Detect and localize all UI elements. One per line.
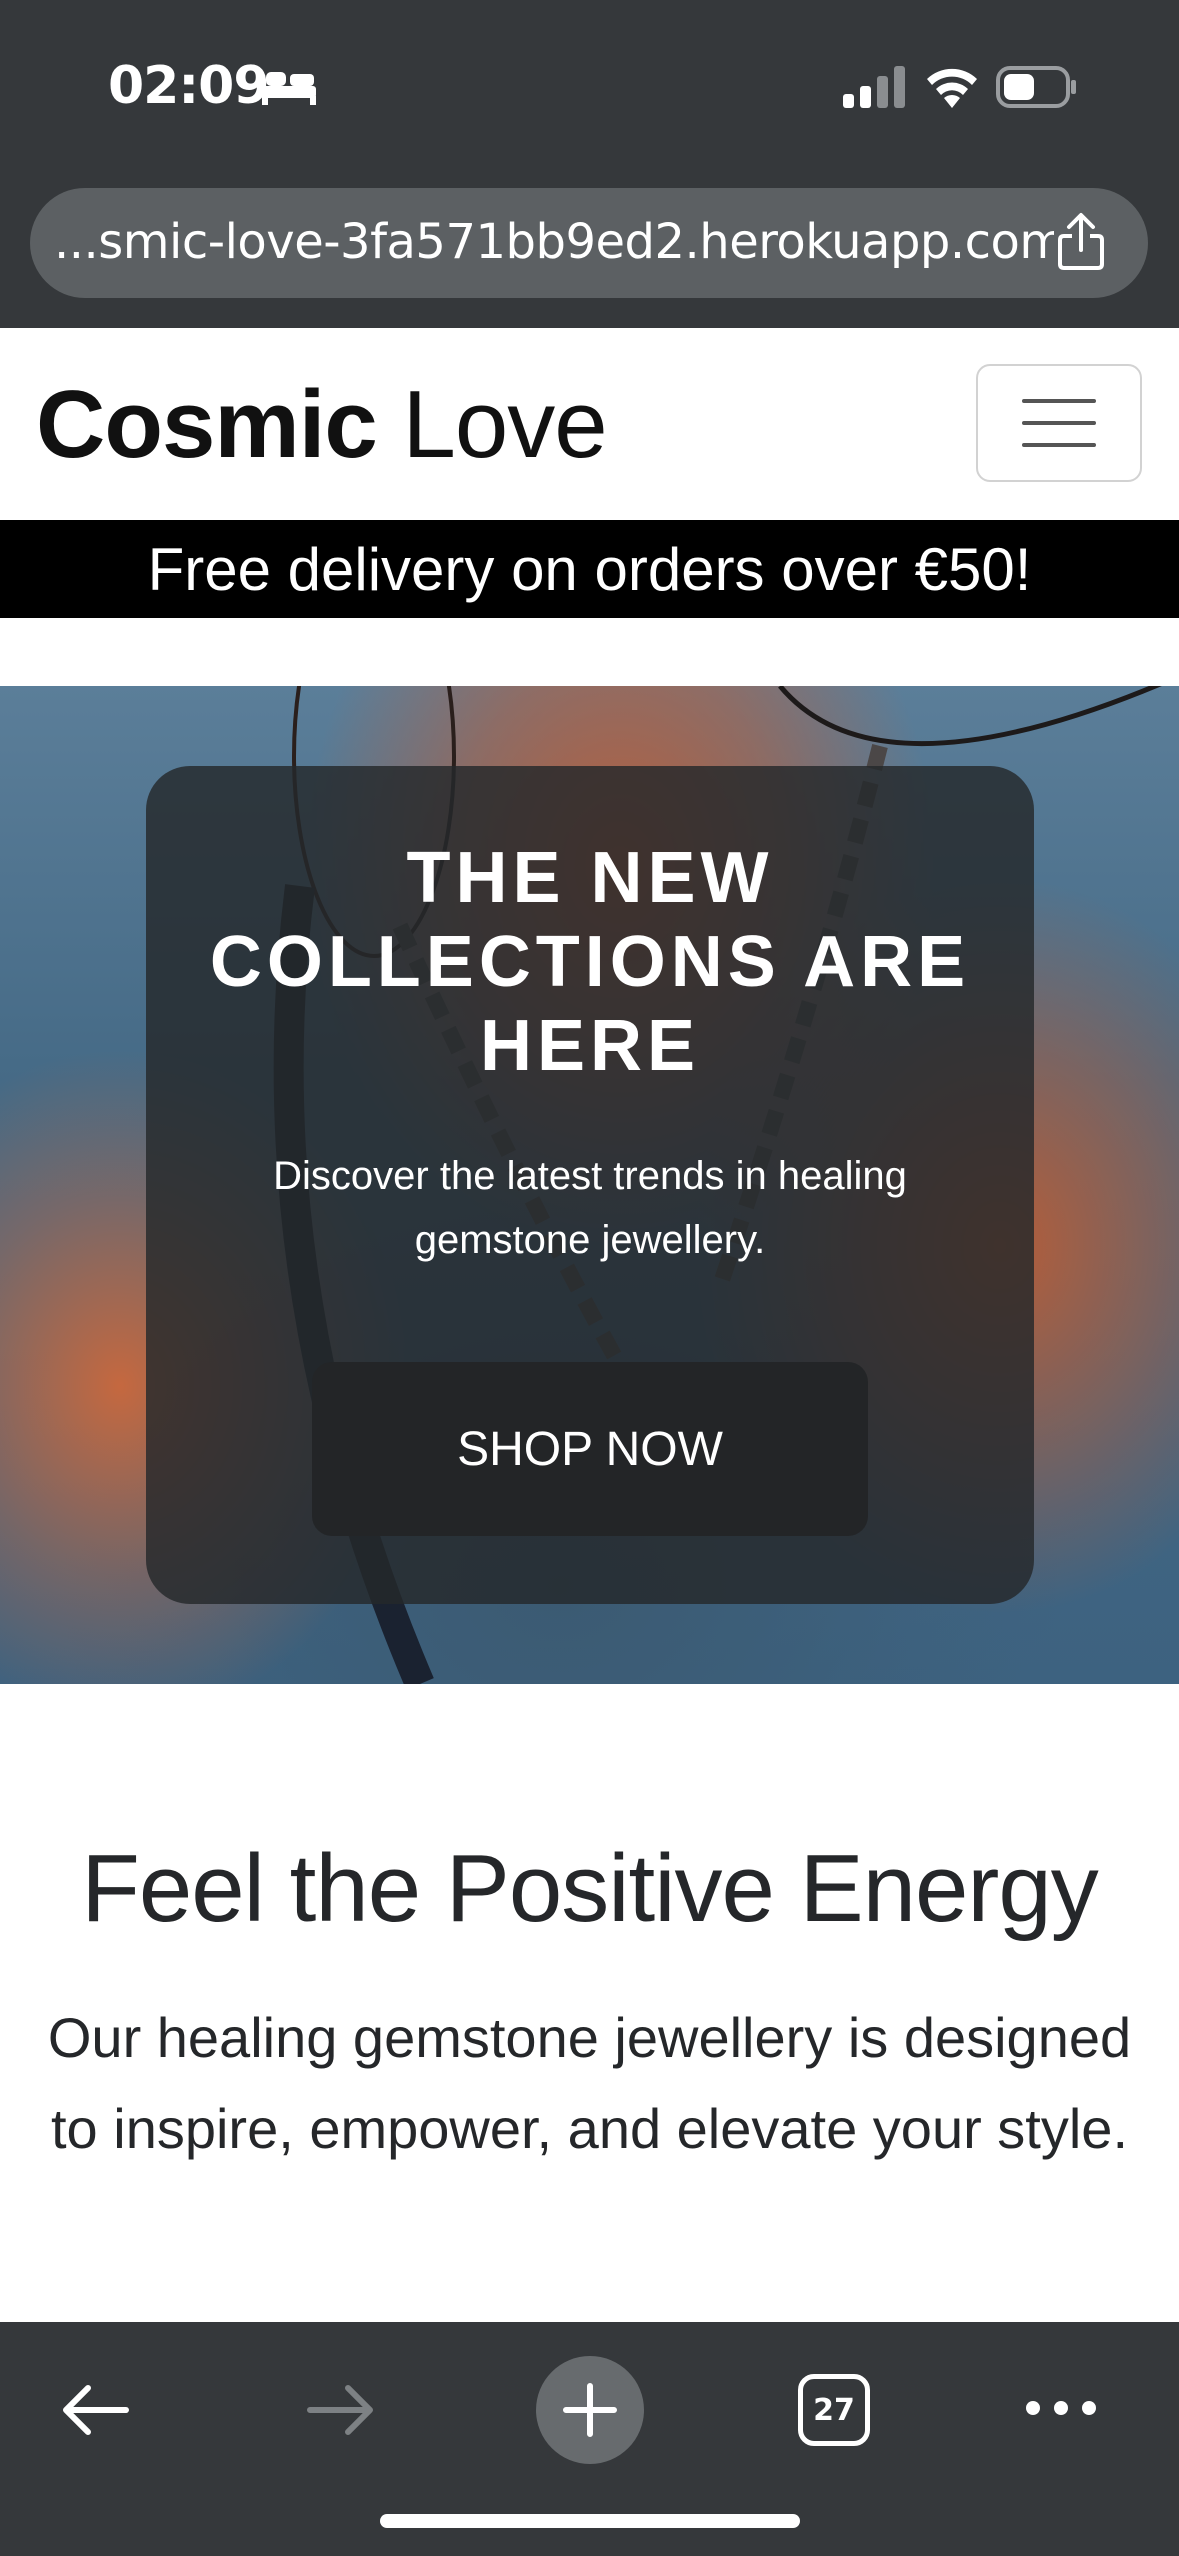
brand-name-light: Love (402, 371, 607, 478)
hero-subtitle: Discover the latest trends in healing ge… (273, 1154, 907, 1262)
intro-heading: Feel the Positive Energy (81, 1835, 1099, 1942)
browser-top-bar: 02:09 ...smic-love-3fa571bb9ed2.herokuap… (0, 0, 1179, 328)
promo-banner: Free delivery on orders over €50! (0, 520, 1179, 618)
brand-logo[interactable]: Cosmic Love (36, 370, 608, 480)
url-text: ...smic-love-3fa571bb9ed2.herokuapp.com (54, 214, 1054, 270)
shop-now-button[interactable]: SHOP NOW (312, 1362, 868, 1536)
address-bar[interactable]: ...smic-love-3fa571bb9ed2.herokuapp.com (30, 188, 1148, 298)
intro-text: Our healing gemstone jewellery is design… (47, 2006, 1132, 2160)
site-header: Cosmic Love (0, 328, 1179, 520)
forward-arrow-icon[interactable] (300, 2370, 380, 2450)
back-arrow-icon[interactable] (56, 2370, 136, 2450)
plus-icon (563, 2383, 617, 2437)
share-icon[interactable] (1056, 212, 1106, 272)
cellular-signal-icon (843, 66, 905, 108)
hamburger-icon (1022, 399, 1096, 447)
hero-title: THE NEW COLLECTIONS ARE HERE (209, 838, 971, 1086)
home-indicator (380, 2514, 800, 2528)
bed-icon (262, 72, 316, 105)
tabs-icon[interactable]: 27 (798, 2374, 870, 2446)
wifi-icon (927, 68, 977, 108)
status-time: 02:09 (108, 56, 270, 116)
more-icon[interactable] (1024, 2388, 1098, 2428)
brand-name-bold: Cosmic (36, 371, 378, 478)
hero-card: THE NEW COLLECTIONS ARE HERE Discover th… (146, 766, 1034, 1604)
battery-icon (996, 66, 1076, 108)
hero-section: THE NEW COLLECTIONS ARE HERE Discover th… (0, 686, 1179, 1684)
new-tab-button[interactable] (536, 2356, 644, 2464)
menu-toggle-button[interactable] (976, 364, 1142, 482)
